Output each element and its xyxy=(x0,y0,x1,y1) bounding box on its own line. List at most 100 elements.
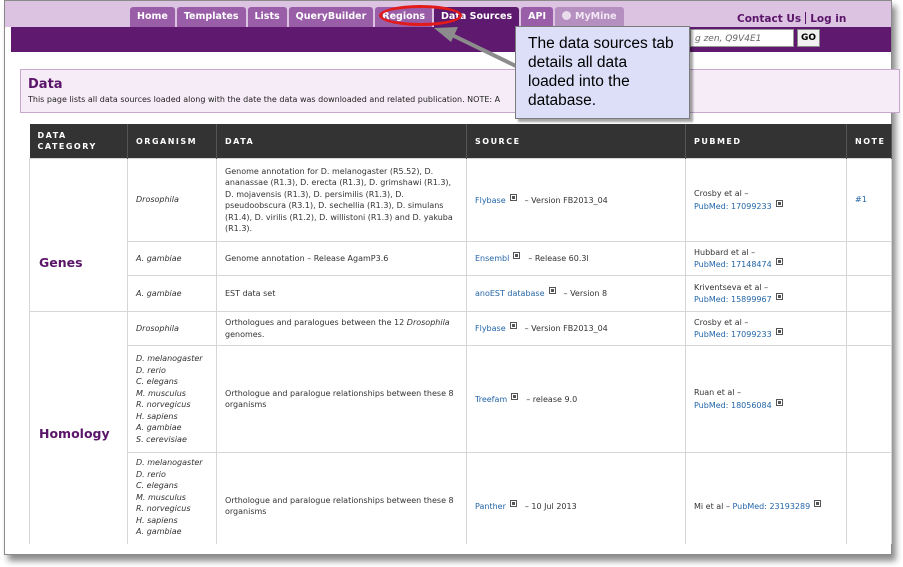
pubmed-link[interactable]: PubMed: 18056084 xyxy=(694,401,772,410)
user-icon xyxy=(562,11,572,20)
external-link-icon[interactable] xyxy=(548,287,556,295)
source-version: – Release 60.3l xyxy=(528,254,589,264)
source-cell: Flybase – Version FB2013_04 xyxy=(466,158,686,242)
pub-authors: Crosby et al – xyxy=(694,317,749,327)
data-cell: EST data set xyxy=(216,275,467,312)
login-link[interactable]: Log in xyxy=(810,13,846,25)
source-version: – release 9.0 xyxy=(526,394,578,404)
data-cell: Genome annotation – Release AgamP3.6 xyxy=(216,241,467,276)
pubmed-cell: Kriventseva et al – PubMed: 15899967 xyxy=(685,275,847,312)
data-cell: Orthologue and paralogue relationships b… xyxy=(216,452,467,544)
pub-authors: Kriventseva et al – xyxy=(694,282,769,292)
external-link-icon[interactable] xyxy=(775,199,783,207)
page-header: Data This page lists all data sources lo… xyxy=(20,69,900,113)
column-header[interactable]: PUBMED xyxy=(685,124,847,159)
pubmed-cell: Hubbard et al – PubMed: 17148474 xyxy=(685,241,847,276)
callout-box: The data sources tab details all data lo… xyxy=(515,26,690,119)
category-genes: Genes xyxy=(29,158,128,312)
column-header[interactable]: DATA xyxy=(216,124,467,159)
pubmed-cell: Ruan et al – PubMed: 18056084 xyxy=(685,345,847,453)
pub-authors: Ruan et al – xyxy=(694,388,742,397)
tab-home[interactable]: Home xyxy=(130,7,175,27)
page-description: This page lists all data sources loaded … xyxy=(28,95,501,104)
table-row: D. melanogaster D. rerio C. elegans M. m… xyxy=(30,452,892,544)
source-version: – 10 Jul 2013 xyxy=(524,501,577,511)
tab-mymine[interactable]: MyMine xyxy=(555,7,624,27)
note-cell xyxy=(846,345,892,453)
pubmed-link[interactable]: PubMed: 23193289 xyxy=(732,502,810,511)
pubmed-link[interactable]: PubMed: 15899967 xyxy=(694,295,772,304)
external-link-icon[interactable] xyxy=(775,398,783,406)
external-link-icon[interactable] xyxy=(509,322,517,330)
data-sources-table: DATA CATEGORY ORGANISM DATA SOURCE PUBME… xyxy=(29,124,892,544)
tab-querybuilder[interactable]: QueryBuilder xyxy=(288,7,374,27)
tab-regions[interactable]: Regions xyxy=(375,7,433,27)
external-link-icon[interactable] xyxy=(814,499,822,507)
tab-mymine-label: MyMine xyxy=(575,11,617,22)
pubmed-link[interactable]: PubMed: 17099233 xyxy=(694,330,772,339)
organism-cell: A. gambiae xyxy=(127,275,217,312)
search-input[interactable]: g zen, Q9V4E1 xyxy=(690,29,794,47)
table-row: D. melanogaster D. rerio C. elegans M. m… xyxy=(30,345,892,453)
note-cell: #1 xyxy=(846,158,892,242)
organism-item: R. norvegicus xyxy=(136,504,191,513)
column-header[interactable]: SOURCE xyxy=(466,124,686,159)
data-text: Orthologues and paralogues between the 1… xyxy=(225,318,405,327)
tab-data-sources[interactable]: Data Sources xyxy=(434,7,520,27)
go-button[interactable]: GO xyxy=(797,29,820,47)
organism-item: D. rerio xyxy=(136,469,166,479)
source-link[interactable]: Treefam xyxy=(475,395,507,404)
organism-cell: Drosophila xyxy=(127,158,217,242)
column-header[interactable]: NOTE xyxy=(846,124,892,159)
note-cell xyxy=(846,241,892,276)
source-cell: Panther – 10 Jul 2013 xyxy=(466,452,686,544)
data-text: genomes. xyxy=(225,329,265,339)
source-link[interactable]: Panther xyxy=(475,502,506,511)
external-link-icon[interactable] xyxy=(511,392,519,400)
pubmed-cell: Crosby et al – PubMed: 17099233 xyxy=(685,158,847,242)
external-link-icon[interactable] xyxy=(775,328,783,335)
pub-authors: Crosby et al – xyxy=(694,189,749,198)
tab-lists[interactable]: Lists xyxy=(247,7,287,27)
contact-us-link[interactable]: Contact Us xyxy=(737,13,801,25)
source-link[interactable]: Ensembl xyxy=(475,254,509,263)
tab-templates[interactable]: Templates xyxy=(176,7,246,27)
organism-cell: Drosophila xyxy=(127,311,217,346)
pubmed-link[interactable]: PubMed: 17148474 xyxy=(694,260,772,269)
category-homology: Homology xyxy=(29,311,128,544)
source-link[interactable]: Flybase xyxy=(475,324,506,333)
data-cell: Genome annotation for D. melanogaster (R… xyxy=(216,158,467,242)
organism-item: A. gambiae xyxy=(136,423,182,432)
column-header[interactable]: DATA CATEGORY xyxy=(29,124,128,159)
organism-list-cell: D. melanogaster D. rerio C. elegans M. m… xyxy=(127,345,217,453)
external-link-icon[interactable] xyxy=(775,258,783,265)
organism-item: D. melanogaster xyxy=(136,458,203,467)
data-sources-table-container: DATA CATEGORY ORGANISM DATA SOURCE PUBME… xyxy=(29,124,895,544)
source-link[interactable]: Flybase xyxy=(475,196,506,205)
column-header[interactable]: ORGANISM xyxy=(127,124,217,159)
organism-item: S. cerevisiae xyxy=(136,434,187,444)
organism-list-cell: D. melanogaster D. rerio C. elegans M. m… xyxy=(127,452,217,544)
organism-item: D. melanogaster xyxy=(136,354,203,363)
data-cell: Orthologue and paralogue relationships b… xyxy=(216,345,467,453)
organism-item: C. elegans xyxy=(136,377,178,386)
external-link-icon[interactable] xyxy=(509,499,517,507)
organism-item: R. norvegicus xyxy=(136,400,191,409)
external-link-icon[interactable] xyxy=(509,193,517,201)
table-row: Genes Drosophila Genome annotation for D… xyxy=(29,158,892,312)
organism-item: M. musculus xyxy=(136,388,186,398)
tab-api[interactable]: API xyxy=(521,7,554,27)
note-link[interactable]: #1 xyxy=(855,195,867,204)
source-link[interactable]: anoEST database xyxy=(475,289,545,298)
external-link-icon[interactable] xyxy=(775,293,783,300)
main-nav: Home Templates Lists QueryBuilder Region… xyxy=(130,7,626,27)
source-cell: Ensembl – Release 60.3l xyxy=(466,241,686,276)
pubmed-cell: Crosby et al – PubMed: 17099233 xyxy=(685,311,847,346)
note-cell xyxy=(846,311,892,346)
pub-authors: Hubbard et al – xyxy=(694,247,756,257)
source-cell: Flybase – Version FB2013_04 xyxy=(466,311,686,346)
organism-item: C. elegans xyxy=(136,481,178,490)
pubmed-link[interactable]: PubMed: 17099233 xyxy=(694,202,772,211)
organism-item: A. gambiae xyxy=(136,527,182,536)
external-link-icon[interactable] xyxy=(513,252,521,260)
